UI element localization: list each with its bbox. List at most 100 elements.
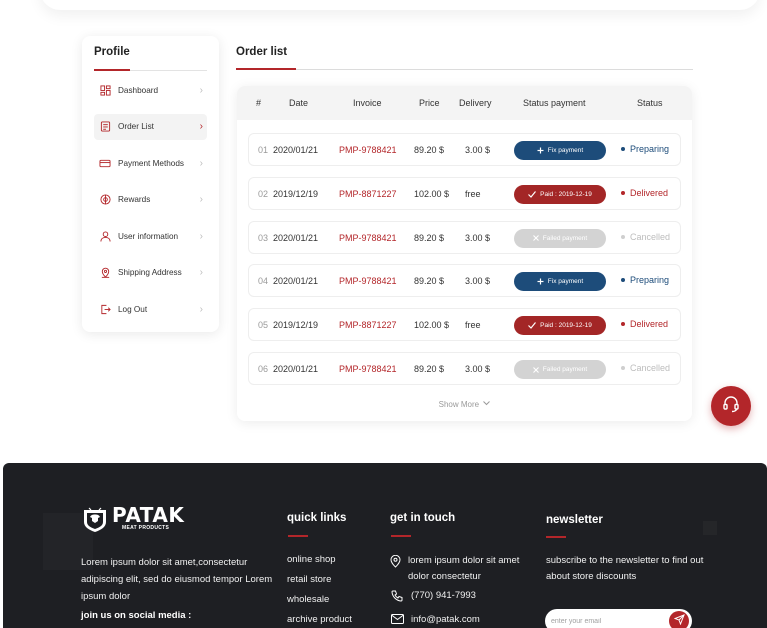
payment-status-button[interactable]: Fix payment [514,141,606,160]
order-status-label: Preparing [630,144,670,154]
footer-link-retail-store[interactable]: retail store [287,574,331,585]
decorative-shape [703,521,717,535]
footer-link-wholesale[interactable]: wholesale [287,594,329,605]
sidebar-title-underline [94,69,207,71]
sidebar-item-user-information[interactable]: User information › [94,223,207,249]
contact-address: lorem ipsum dolor sit amet dolor consect… [390,553,530,585]
order-status: Preparing [621,144,669,154]
sidebar-item-log-out[interactable]: Log Out › [94,297,207,323]
table-row[interactable]: 01 2020/01/21 PMP-9788421 89.20 $ 3.00 $ Fix … [248,133,681,166]
table-row[interactable]: 02 2019/12/19 PMP-8871227 102.00 $ free Paid … [248,176,681,210]
status-dot [621,234,625,239]
order-list-header: Order list [236,36,693,70]
user-icon [99,230,111,242]
payment-status-label: Failed payment [542,366,588,373]
status-dot [621,278,625,283]
support-chat-button[interactable] [711,386,751,426]
location-pin-icon [99,267,111,279]
order-delivery: free [465,320,481,331]
close-icon [532,235,539,241]
plus-icon [537,278,544,285]
payment-status-button: Failed payment [514,228,606,248]
credit-card-icon [99,157,111,169]
social-media-label: join us on social media : [81,610,192,621]
order-status-label: Delivered [630,187,669,198]
mail-icon [390,612,404,624]
sidebar-item-payment-methods[interactable]: Payment Methods › [94,150,207,176]
order-status: Delivered [621,188,668,198]
order-invoice[interactable]: PMP-9788421 [339,233,397,243]
top-header-shadow [40,0,760,10]
status-dot [621,322,625,327]
tab-order-list[interactable]: Order list [236,46,287,58]
order-invoice[interactable]: PMP-9788421 [339,145,397,155]
payment-status-button[interactable]: Fix payment [514,272,606,292]
sidebar-item-shipping-address[interactable]: Shipping Address › [94,260,207,286]
newsletter-description: subscribe to the newsletter to find out … [546,555,704,582]
table-row[interactable]: 03 2020/01/21 PMP-9788421 89.20 $ 3.00 $ Fail… [248,220,681,254]
close-icon [532,366,539,373]
order-date: 2020/01/21 [273,145,319,155]
order-number: 03 [258,232,269,243]
payment-status-label: Failed payment [542,234,588,242]
order-date: 2020/01/21 [273,232,319,243]
brand-logo[interactable]: PATAK MEAT PRODUCTS [81,505,184,533]
chevron-right-icon: › [199,304,203,316]
payment-status-button: Paid : 2019-12-19 [514,316,606,336]
order-price: 102.00 $ [414,320,450,331]
order-delivery: 3.00 $ [465,145,491,155]
sidebar-title: Profile [94,46,130,58]
order-table: # Date Invoice Price Delivery Status pay… [237,86,692,421]
table-row[interactable]: 06 2020/01/21 PMP-9788421 89.20 $ 3.00 $ Fail… [248,352,681,385]
footer-about-text: Lorem ipsum dolor sit amet,consectetur a… [81,557,273,602]
order-status: Cancelled [621,363,670,373]
column-header-price: Price [419,98,440,108]
sidebar-item-rewards[interactable]: Rewards › [94,187,207,213]
brand-wordmark: PATAK MEAT PRODUCTS [112,505,184,531]
footer-link-archive-product[interactable]: archive product [287,614,352,625]
table-row[interactable]: 04 2020/01/21 PMP-9788421 89.20 $ 3.00 $ Fix … [248,264,681,298]
chevron-right-icon: › [199,84,203,96]
footer-link-online-shop[interactable]: online shop [287,554,336,565]
order-invoice[interactable]: PMP-8871227 [339,320,397,330]
status-dot [621,147,625,151]
contact-title: get in touch [390,512,456,524]
contact-phone[interactable]: (770) 941-7993 [390,588,476,604]
plus-icon [537,147,544,154]
payment-status-button: Paid : 2019-12-19 [514,184,606,204]
order-status-label: Preparing [630,275,670,286]
email-text: info@patak.com [411,614,480,625]
column-header-delivery: Delivery [459,98,492,108]
sidebar-item-order-list[interactable]: Order List › [94,113,207,140]
order-invoice[interactable]: PMP-9788421 [339,364,397,374]
contact-underline [391,535,411,537]
contact-email[interactable]: info@patak.com [390,612,480,628]
order-price: 89.20 $ [414,276,445,287]
send-icon [673,612,685,628]
column-header-invoice: Invoice [353,98,382,108]
sidebar-item-dashboard[interactable]: Dashboard › [94,77,207,103]
chevron-right-icon: › [199,267,203,279]
check-icon [528,190,537,198]
order-delivery: 3.00 $ [465,232,491,243]
tab-underline [236,68,693,70]
dashboard-icon [99,84,111,96]
show-more-button[interactable]: Show More [237,399,692,409]
order-status-label: Delivered [630,319,669,330]
gift-icon [99,194,111,206]
payment-status-label: Paid : 2019-12-19 [540,190,592,198]
order-list-icon [99,121,111,133]
address-text: lorem ipsum dolor sit amet dolor consect… [408,555,520,582]
table-row[interactable]: 05 2019/12/19 PMP-8871227 102.00 $ free Paid … [248,308,681,342]
bull-crest-icon [81,505,109,533]
headset-icon [722,395,740,418]
order-invoice[interactable]: PMP-9788421 [339,276,397,286]
newsletter-submit-button[interactable] [669,611,689,628]
sidebar-item-label: Payment Methods [118,158,184,168]
logout-icon [99,304,111,316]
order-invoice[interactable]: PMP-8871227 [339,189,397,199]
order-price: 89.20 $ [414,232,445,243]
status-dot [621,366,625,370]
quick-links-underline [288,535,308,537]
sidebar-item-label: Order List [118,122,154,132]
